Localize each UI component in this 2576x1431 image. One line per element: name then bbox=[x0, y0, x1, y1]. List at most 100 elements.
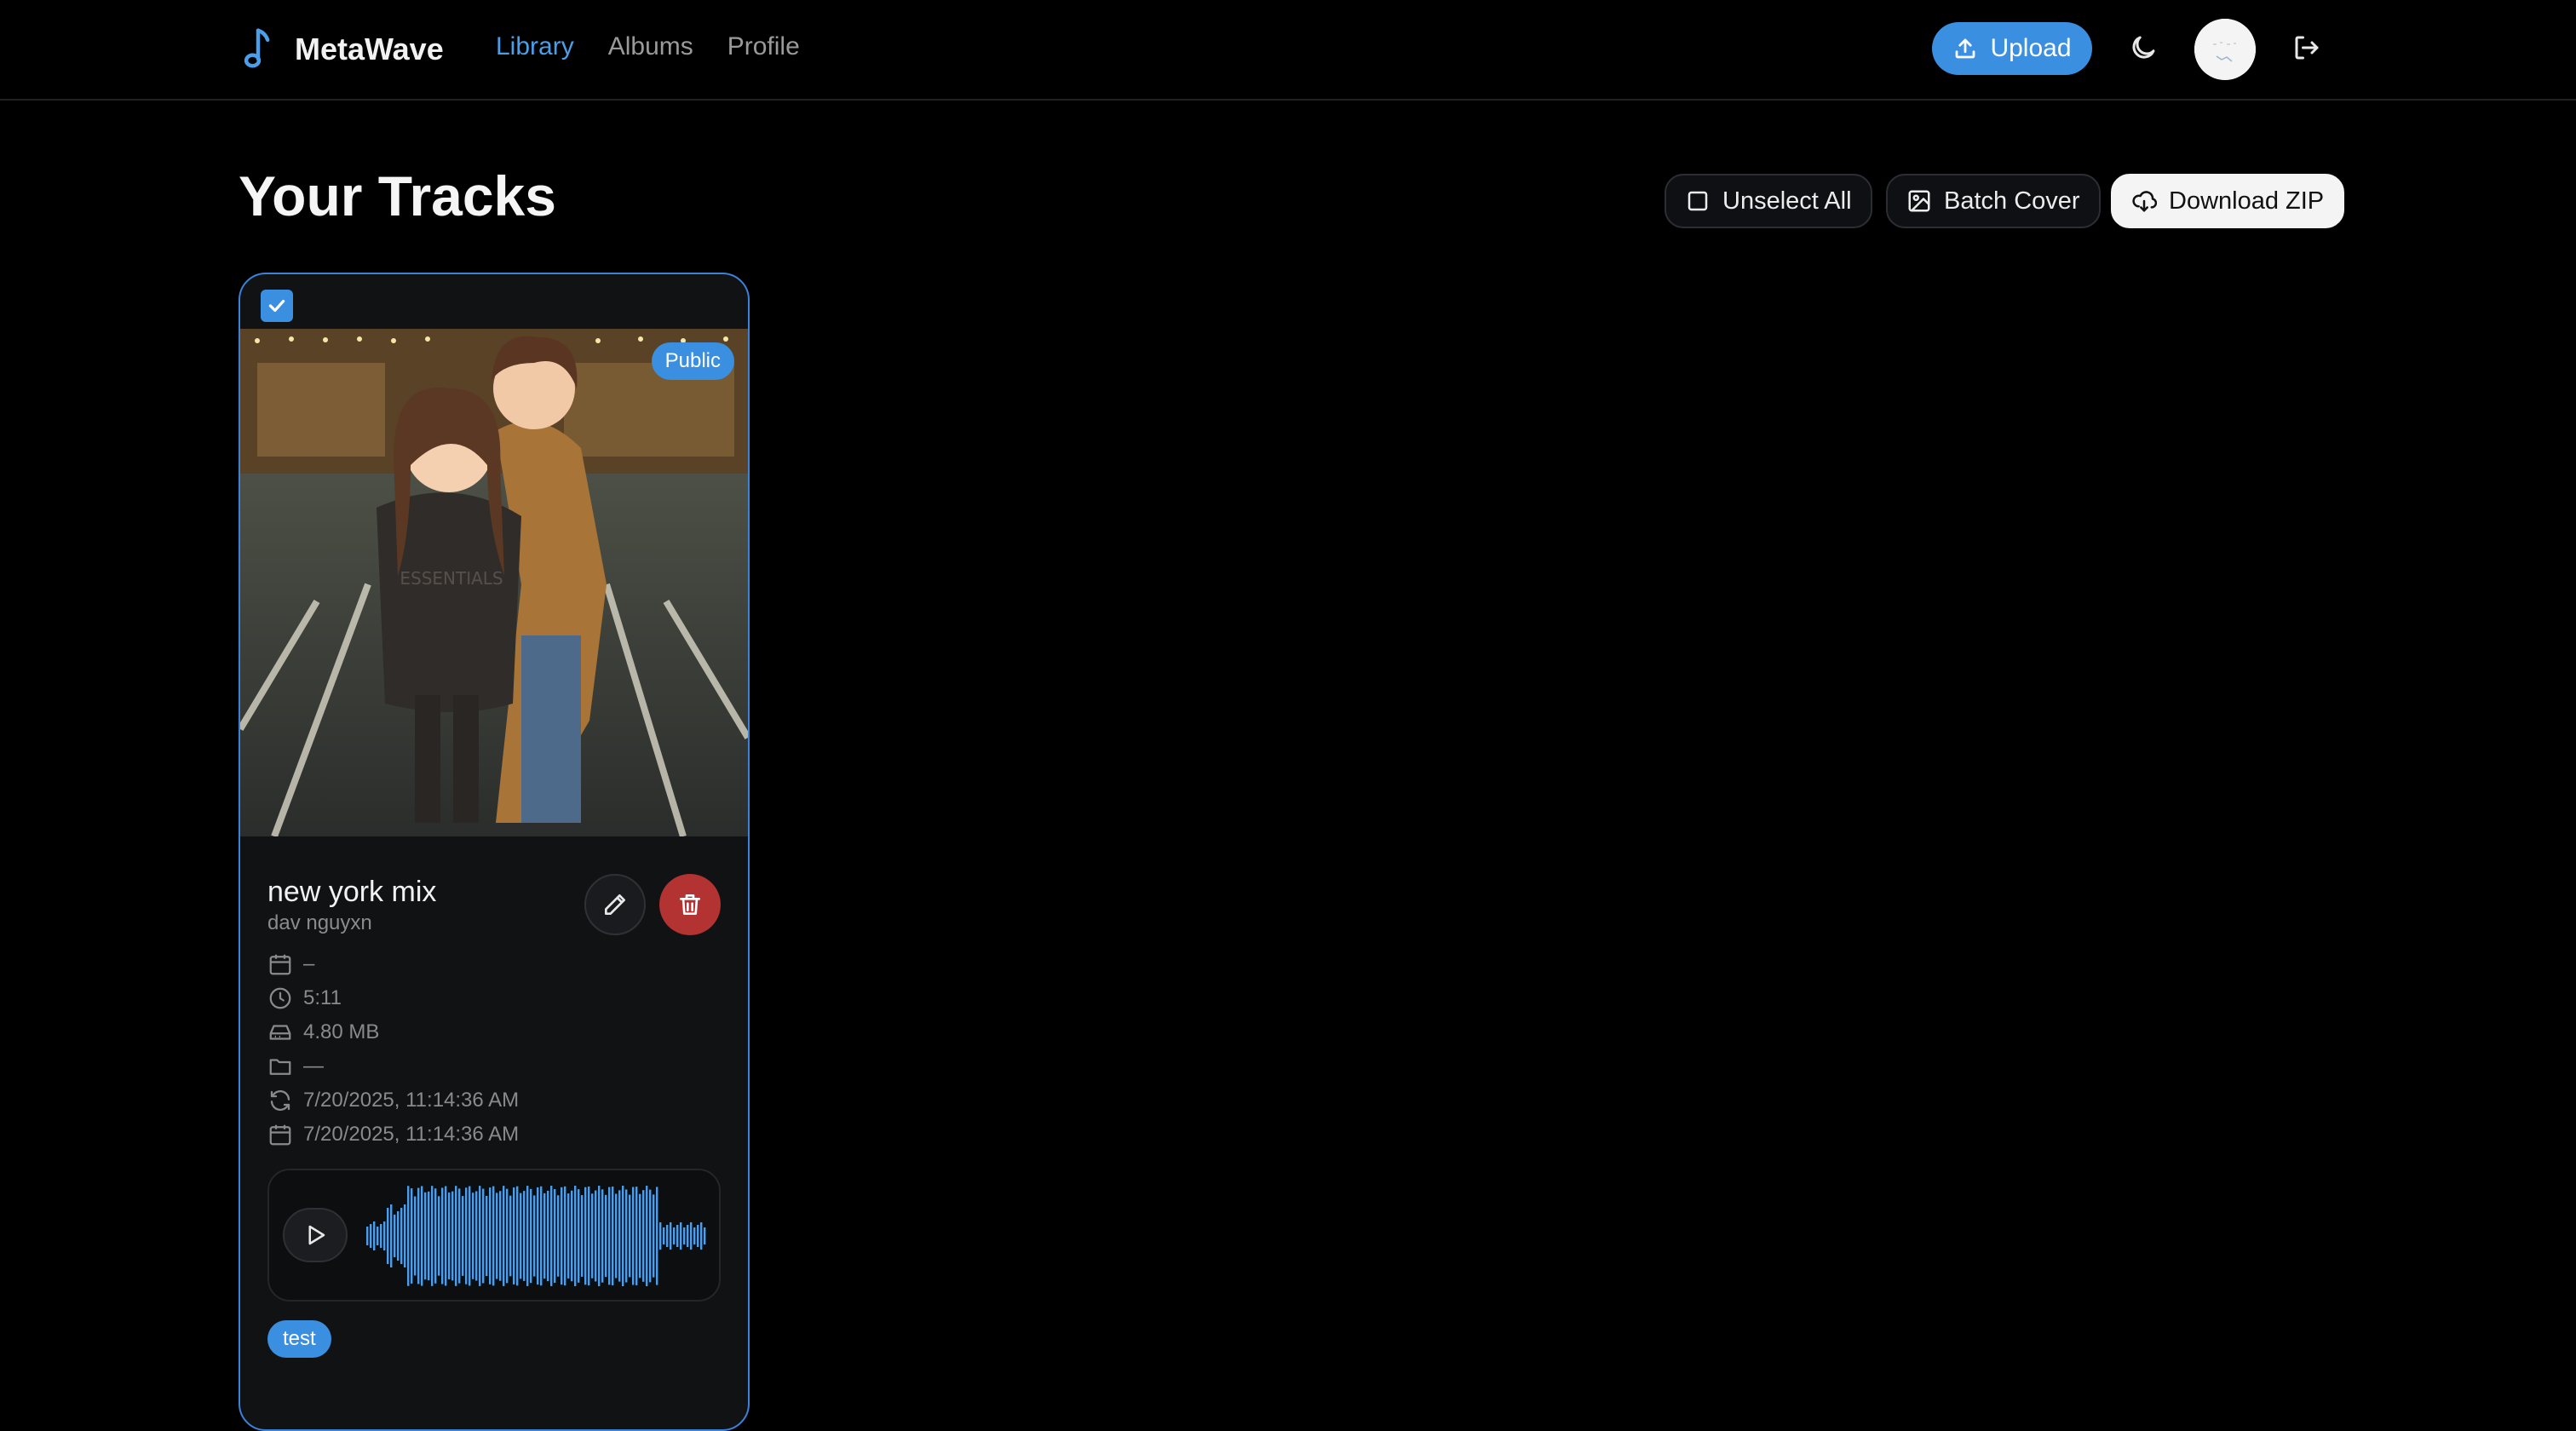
waveform-bar bbox=[366, 1227, 369, 1245]
brand[interactable]: MetaWave bbox=[239, 27, 444, 72]
waveform-bar bbox=[635, 1187, 638, 1285]
waveform-bar bbox=[506, 1188, 509, 1284]
waveform-bar bbox=[605, 1194, 607, 1278]
waveform-bar bbox=[475, 1191, 478, 1281]
avatar[interactable] bbox=[2194, 19, 2256, 80]
waveform-bar bbox=[547, 1190, 549, 1282]
waveform-bar bbox=[465, 1187, 468, 1284]
waveform-bar bbox=[492, 1186, 495, 1286]
waveform-bar bbox=[387, 1208, 389, 1264]
waveform-bar bbox=[574, 1186, 577, 1286]
nav-albums[interactable]: Albums bbox=[608, 32, 693, 61]
play-button[interactable] bbox=[283, 1208, 348, 1262]
track-artist: dav nguyxn bbox=[267, 911, 372, 934]
waveform-bar bbox=[486, 1195, 488, 1277]
waveform-bar bbox=[615, 1193, 618, 1279]
waveform-bar bbox=[516, 1186, 519, 1286]
waveform-bar bbox=[622, 1186, 624, 1286]
check-icon bbox=[268, 299, 285, 313]
waveform-bar bbox=[370, 1224, 372, 1248]
svg-text:ESSENTIALS: ESSENTIALS bbox=[400, 568, 503, 589]
waveform-bar bbox=[601, 1189, 604, 1283]
waveform-bar bbox=[571, 1190, 573, 1282]
waveform-bar bbox=[666, 1225, 669, 1247]
tag-chip[interactable]: test bbox=[267, 1320, 331, 1358]
unselect-all-button[interactable]: Unselect All bbox=[1665, 174, 1872, 228]
image-icon bbox=[1908, 190, 1930, 212]
nav-library[interactable]: Library bbox=[496, 32, 574, 61]
waveform-bar bbox=[383, 1221, 386, 1250]
waveform-bar bbox=[670, 1222, 672, 1250]
track-card[interactable]: ESSENTIALS Public new york mix dav nguyx… bbox=[239, 273, 750, 1431]
waveform-bar bbox=[683, 1227, 686, 1244]
waveform-bar bbox=[673, 1227, 676, 1244]
waveform-bar bbox=[697, 1225, 699, 1247]
waveform-bar bbox=[496, 1192, 498, 1279]
waveform-bar bbox=[472, 1192, 474, 1279]
waveform-bar bbox=[431, 1186, 434, 1286]
waveform-bar bbox=[680, 1222, 682, 1250]
brand-name: MetaWave bbox=[295, 32, 444, 66]
upload-button[interactable]: Upload bbox=[1932, 22, 2092, 75]
meta-release-date: – bbox=[267, 947, 519, 981]
waveform-bar bbox=[390, 1204, 393, 1267]
select-checkbox[interactable] bbox=[261, 290, 293, 322]
unselect-all-label: Unselect All bbox=[1722, 187, 1852, 215]
cover-illustration: ESSENTIALS bbox=[240, 329, 748, 836]
cover-image: ESSENTIALS bbox=[240, 329, 748, 836]
download-zip-label: Download ZIP bbox=[2169, 187, 2325, 215]
waveform-bar bbox=[445, 1186, 447, 1286]
waveform-bar bbox=[523, 1191, 526, 1281]
waveform-bar bbox=[533, 1195, 536, 1277]
pencil-icon bbox=[605, 894, 625, 915]
waveform-bar bbox=[608, 1187, 611, 1285]
nav-profile[interactable]: Profile bbox=[727, 32, 800, 61]
audio-player bbox=[267, 1169, 721, 1302]
waveform-bar bbox=[441, 1187, 444, 1284]
meta-created: 7/20/2025, 11:14:36 AM bbox=[267, 1118, 519, 1152]
waveform[interactable] bbox=[366, 1181, 707, 1291]
waveform-bar bbox=[451, 1191, 454, 1281]
waveform-bar bbox=[557, 1195, 560, 1277]
hard-drive-icon bbox=[269, 1025, 291, 1040]
waveform-bar bbox=[513, 1187, 515, 1284]
waveform-bar bbox=[414, 1196, 417, 1276]
waveform-bar bbox=[629, 1194, 631, 1278]
waveform-bar bbox=[561, 1187, 563, 1285]
meta-duration: 5:11 bbox=[267, 981, 519, 1015]
logout-icon[interactable] bbox=[2291, 32, 2322, 63]
waveform-bar bbox=[489, 1187, 492, 1284]
music-note-icon bbox=[244, 28, 270, 68]
cloud-download-icon bbox=[2132, 191, 2157, 212]
waveform-bar bbox=[656, 1187, 658, 1285]
download-zip-button[interactable]: Download ZIP bbox=[2111, 174, 2345, 228]
waveform-bar bbox=[543, 1192, 546, 1279]
waveform-bar bbox=[428, 1191, 430, 1281]
waveform-bar bbox=[659, 1222, 662, 1250]
waveform-bar bbox=[642, 1190, 645, 1282]
waveform-bar bbox=[537, 1187, 539, 1285]
clock-icon bbox=[269, 987, 291, 1009]
trash-icon bbox=[680, 894, 700, 915]
moon-icon[interactable] bbox=[2128, 32, 2159, 63]
waveform-bar bbox=[469, 1186, 471, 1286]
waveform-bar bbox=[482, 1188, 485, 1284]
refresh-icon bbox=[270, 1090, 290, 1111]
edit-button[interactable] bbox=[584, 874, 646, 935]
waveform-bar bbox=[690, 1222, 693, 1250]
waveform-bar bbox=[503, 1186, 505, 1286]
waveform-bar bbox=[639, 1193, 641, 1279]
waveform-bar bbox=[455, 1186, 457, 1286]
delete-button[interactable] bbox=[659, 874, 721, 935]
meta-size: 4.80 MB bbox=[267, 1015, 519, 1049]
waveform-bar bbox=[377, 1227, 379, 1245]
waveform-bar bbox=[479, 1186, 481, 1286]
batch-cover-button[interactable]: Batch Cover bbox=[1886, 174, 2101, 228]
main-nav: Library Albums Profile bbox=[496, 32, 800, 61]
waveform-bar bbox=[598, 1186, 601, 1286]
waveform-bar bbox=[618, 1190, 621, 1282]
waveform-bar bbox=[394, 1215, 396, 1257]
waveform-bar bbox=[540, 1186, 543, 1286]
waveform-bar bbox=[687, 1225, 689, 1247]
waveform-bar bbox=[584, 1187, 587, 1285]
